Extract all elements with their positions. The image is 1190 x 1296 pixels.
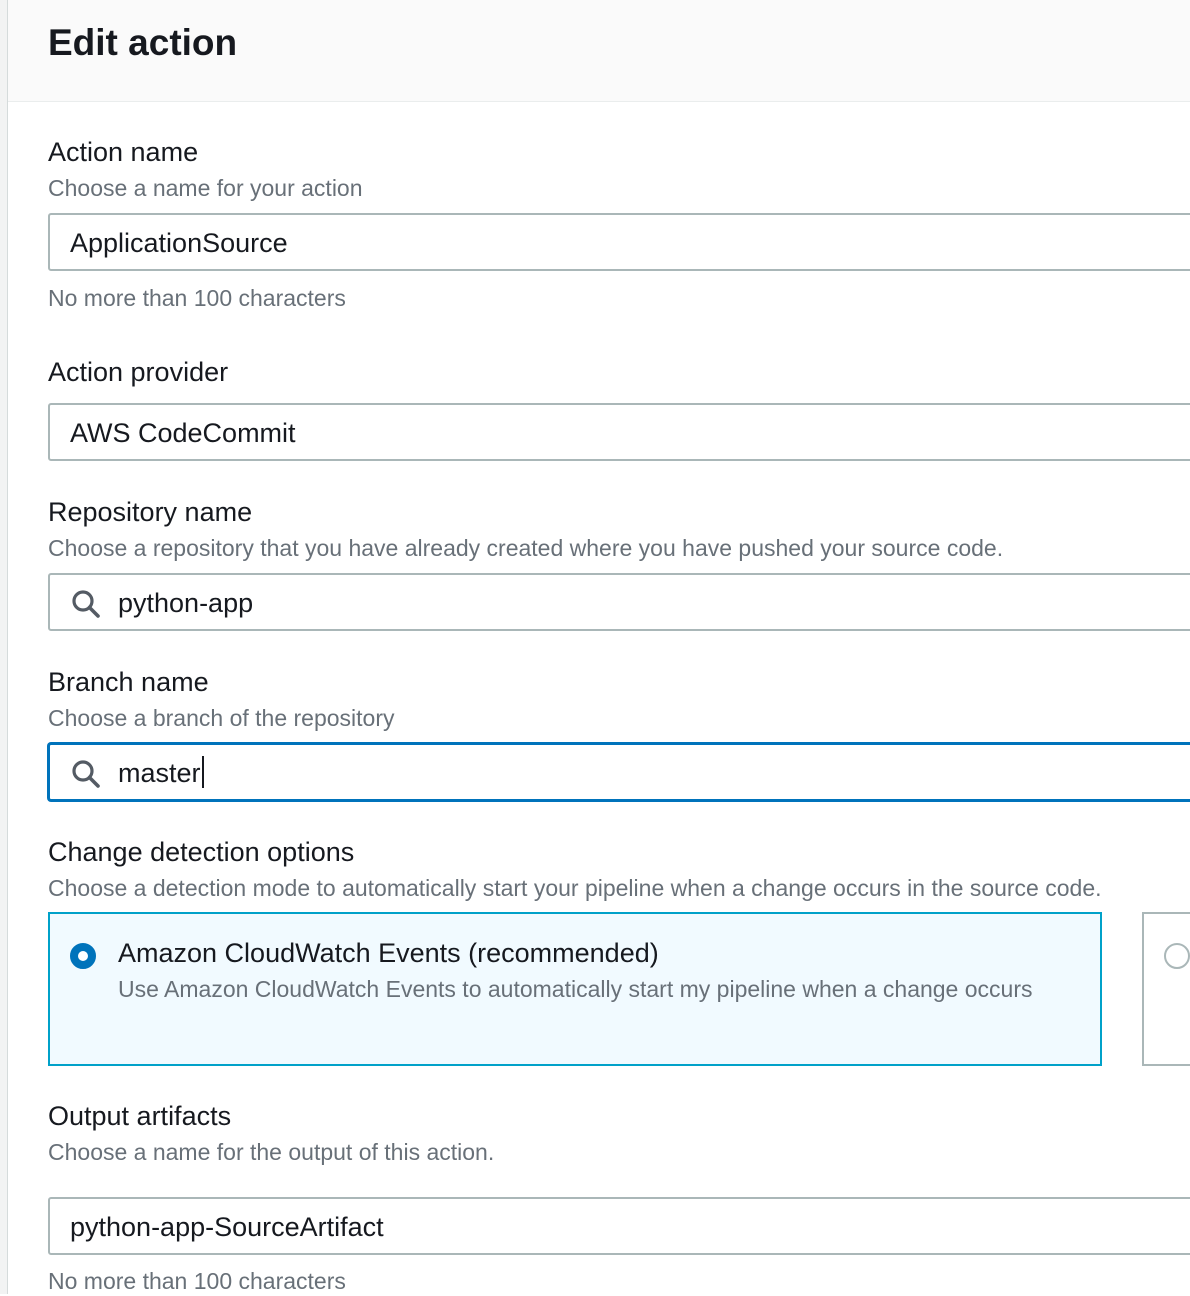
change-detection-description: Choose a detection mode to automatically… [48, 875, 1102, 901]
repository-name-description: Choose a repository that you have alread… [48, 535, 1004, 561]
branch-name-input[interactable]: master [48, 743, 1190, 801]
branch-name-value: master [118, 758, 201, 788]
action-provider-value: AWS CodeCommit [70, 418, 296, 448]
action-provider-label: Action provider [48, 357, 229, 387]
branch-name-description: Choose a branch of the repository [48, 705, 395, 731]
output-artifacts-description: Choose a name for the output of this act… [48, 1139, 495, 1165]
action-provider-select[interactable]: AWS CodeCommit [48, 403, 1190, 461]
radio-button-unselected[interactable] [1164, 943, 1190, 969]
radio-card-cloudwatch-events[interactable]: Amazon CloudWatch Events (recommended) U… [48, 912, 1102, 1066]
text-cursor [201, 756, 204, 788]
dialog-header: Edit action [8, 0, 1190, 102]
action-name-value: ApplicationSource [70, 228, 288, 258]
output-artifacts-label: Output artifacts [48, 1101, 232, 1131]
output-artifacts-value: python-app-SourceArtifact [70, 1212, 384, 1242]
dialog-title: Edit action [48, 22, 238, 63]
repository-name-value: python-app [118, 588, 254, 618]
search-icon [72, 760, 100, 788]
change-detection-label: Change detection options [48, 837, 355, 867]
branch-name-text: master [118, 756, 204, 790]
radio-card-alternative[interactable] [1142, 912, 1190, 1066]
output-artifacts-input[interactable]: python-app-SourceArtifact [48, 1197, 1190, 1255]
search-icon [72, 590, 100, 618]
radio-option-title: Amazon CloudWatch Events (recommended) [118, 938, 659, 968]
action-name-description: Choose a name for your action [48, 175, 363, 201]
action-name-constraint: No more than 100 characters [48, 285, 346, 311]
branch-name-label: Branch name [48, 667, 209, 697]
repository-name-label: Repository name [48, 497, 253, 527]
radio-button-selected[interactable] [70, 943, 96, 969]
background-panel-edge [0, 0, 8, 1294]
repository-name-input[interactable]: python-app [48, 573, 1190, 631]
radio-option-description: Use Amazon CloudWatch Events to automati… [118, 976, 1033, 1002]
action-name-input[interactable]: ApplicationSource [48, 213, 1190, 271]
output-artifacts-constraint: No more than 100 characters [48, 1268, 346, 1294]
action-name-label: Action name [48, 137, 199, 167]
